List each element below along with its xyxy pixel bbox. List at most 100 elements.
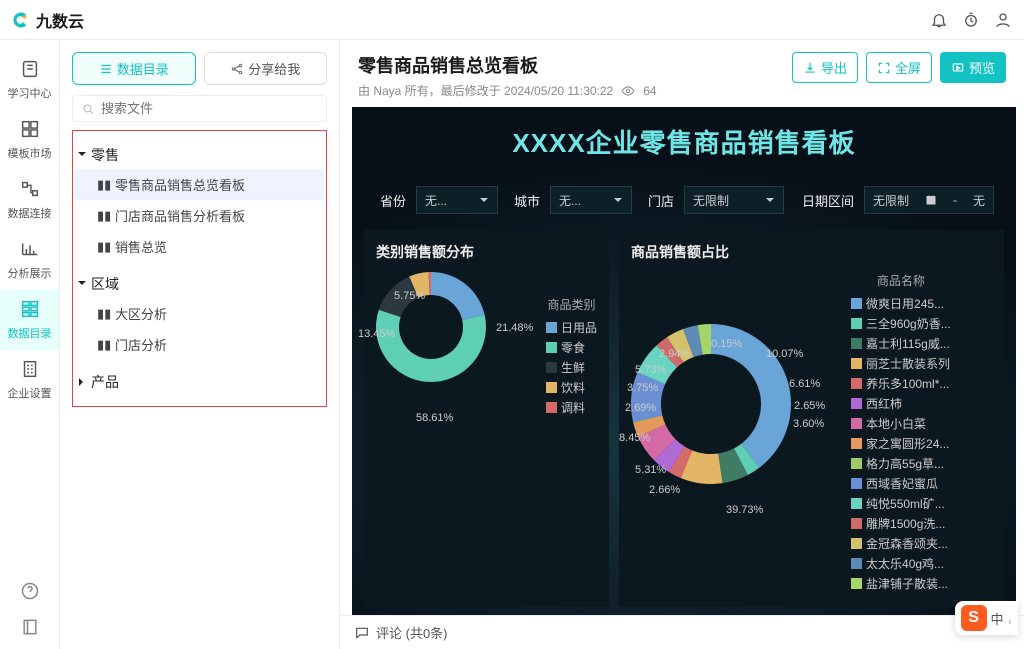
legend-item[interactable]: 微爽日用245... xyxy=(851,295,951,312)
fullscreen-label: 全屏 xyxy=(895,58,921,77)
tree-group-product[interactable]: 产品 xyxy=(75,368,324,396)
legend-item[interactable]: 嘉士利115g威... xyxy=(851,335,951,352)
filter-province[interactable]: 无... xyxy=(416,186,498,214)
tab-data-catalog-label: 数据目录 xyxy=(117,59,169,78)
tree-item-retail-overview[interactable]: ▮▮ 零售商品销售总览看板 xyxy=(75,169,324,200)
card-title: 类别销售额分布 xyxy=(376,242,597,262)
filter-store-label: 门店 xyxy=(648,191,674,210)
search-input[interactable] xyxy=(101,101,318,116)
nav-templates[interactable]: 模板市场 xyxy=(0,110,59,170)
tab-shared-with-me[interactable]: 分享给我 xyxy=(204,52,328,85)
timer-icon[interactable] xyxy=(962,11,980,29)
preview-button[interactable]: 预览 xyxy=(940,52,1006,83)
filter-date-label: 日期区间 xyxy=(802,191,854,210)
legend-item[interactable]: 生鲜 xyxy=(546,359,597,376)
legend-item[interactable]: 饮料 xyxy=(546,379,597,396)
nav-analysis[interactable]: 分析展示 xyxy=(0,230,59,290)
legend-item[interactable]: 零食 xyxy=(546,339,597,356)
filter-city[interactable]: 无... xyxy=(550,186,632,214)
legend-item[interactable]: 雕牌1500g洗... xyxy=(851,515,951,532)
search-bar[interactable] xyxy=(72,95,327,122)
tree-item-big-region[interactable]: ▮▮ 大区分析 xyxy=(75,298,324,329)
legend-item[interactable]: 三全960g奶香... xyxy=(851,315,951,332)
comment-bar[interactable]: 评论 (共0条) xyxy=(340,615,1024,649)
dashboard-canvas: XXXX企业零售商品销售看板 省份 无... 城市 无... 门店 无限制 日期… xyxy=(352,107,1016,615)
page-header: 零售商品销售总览看板 由 Naya 所有，最后修改于 2024/05/20 11… xyxy=(340,40,1024,107)
app-logo: 九数云 xyxy=(12,8,84,32)
export-button[interactable]: 导出 xyxy=(792,52,858,83)
tree-item-label: 销售总览 xyxy=(115,237,167,256)
eye-icon xyxy=(621,84,635,98)
legend-item[interactable]: 格力高55g草... xyxy=(851,455,951,472)
legend-item[interactable]: 盐津铺子散装... xyxy=(851,575,951,592)
tree-item-label: 门店商品销售分析看板 xyxy=(115,206,245,225)
donut-product: 39.73%2.66%5.31%8.45%2.69%3.75%5.73%2.94… xyxy=(631,324,851,544)
fullscreen-button[interactable]: 全屏 xyxy=(866,52,932,83)
filter-date-range[interactable]: 无限制 - 无 xyxy=(864,186,994,214)
nav-analysis-label: 分析展示 xyxy=(8,268,52,280)
tree-item-sales-overview[interactable]: ▮▮销售总览 xyxy=(75,231,324,262)
nav-enterprise[interactable]: 企业设置 xyxy=(0,350,59,410)
left-nav-rail: 学习中心 模板市场 数据连接 分析展示 数据目录 企业设置 xyxy=(0,40,60,649)
help-icon[interactable] xyxy=(20,581,40,601)
tree-group-region[interactable]: 区域 xyxy=(75,270,324,298)
filter-store[interactable]: 无限制 xyxy=(684,186,784,214)
tree-item-label: 门店分析 xyxy=(115,335,167,354)
legend-category: 商品类别 日用品零食生鲜饮料调料 xyxy=(546,296,597,419)
nav-datacatalog[interactable]: 数据目录 xyxy=(0,290,59,350)
card-category-sales: 类别销售额分布 21.48%58.61%13.45%5.75% 商品类别 日用品… xyxy=(364,230,609,607)
nav-enterprise-label: 企业设置 xyxy=(8,388,52,400)
tree-item-store-analysis[interactable]: ▮▮门店商品销售分析看板 xyxy=(75,200,324,231)
dashboard-icon: ▮▮ xyxy=(97,339,109,351)
tab-data-catalog[interactable]: 数据目录 xyxy=(72,52,196,85)
legend-item[interactable]: 西域香妃蜜瓜 xyxy=(851,475,951,492)
tree-annotation-box: 零售 ▮▮零售商品销售总览看板 ▮▮门店商品销售分析看板 ▮▮销售总览 区域 ▮… xyxy=(72,130,327,407)
nav-dataconn[interactable]: 数据连接 xyxy=(0,170,59,230)
main-panel: 零售商品销售总览看板 由 Naya 所有，最后修改于 2024/05/20 11… xyxy=(340,40,1024,649)
calendar-icon xyxy=(925,194,937,206)
page-title: 零售商品销售总览看板 xyxy=(358,52,657,78)
top-icons xyxy=(930,11,1012,29)
tree-group-retail-label: 零售 xyxy=(91,145,119,165)
legend-item[interactable]: 纯悦550ml矿... xyxy=(851,495,951,512)
legend-item[interactable]: 养乐多100ml*... xyxy=(851,375,951,392)
user-icon[interactable] xyxy=(994,11,1012,29)
legend-item[interactable]: 日用品 xyxy=(546,319,597,336)
ime-mode: 中 xyxy=(991,609,1004,628)
tab-shared-label: 分享给我 xyxy=(248,59,300,78)
legend-item[interactable]: 调料 xyxy=(546,399,597,416)
page-meta: 由 Naya 所有，最后修改于 2024/05/20 11:30:22 xyxy=(358,82,613,99)
tree-group-retail[interactable]: 零售 xyxy=(75,141,324,169)
search-icon xyxy=(81,102,95,116)
legend-item[interactable]: 本地小白菜 xyxy=(851,415,951,432)
nav-learn[interactable]: 学习中心 xyxy=(0,50,59,110)
comment-label: 评论 (共0条) xyxy=(376,623,448,642)
dashboard-icon: ▮▮ xyxy=(97,308,109,320)
ime-indicator[interactable]: S 中 , xyxy=(955,601,1018,635)
dashboard-icon: ▮▮ xyxy=(97,179,109,191)
legend-item[interactable]: 家之寓圆形24... xyxy=(851,435,951,452)
legend-item[interactable]: 金冠森香颂夹... xyxy=(851,535,951,552)
collapse-icon[interactable] xyxy=(20,617,40,637)
legend-product: 商品名称 微爽日用245...三全960g奶香...嘉士利115g威...丽芝士… xyxy=(851,272,951,595)
file-tree-panel: 数据目录 分享给我 零售 ▮▮零售商品销售总览看板 ▮▮门店商品销售分析看板 xyxy=(60,40,340,649)
filter-province-label: 省份 xyxy=(380,191,406,210)
chevron-down-icon xyxy=(613,195,623,205)
tree-group-region-label: 区域 xyxy=(91,274,119,294)
filter-bar: 省份 无... 城市 无... 门店 无限制 日期区间 无限制 - 无 xyxy=(364,180,1004,220)
donut-category: 21.48%58.61%13.45%5.75% xyxy=(376,272,546,442)
app-name: 九数云 xyxy=(36,8,84,32)
tree-item-store[interactable]: ▮▮ 门店分析 xyxy=(75,329,324,360)
nav-dataconn-label: 数据连接 xyxy=(8,208,52,220)
tree-group-product-label: 产品 xyxy=(91,372,119,392)
tree-item-label: 大区分析 xyxy=(115,304,167,323)
legend-item[interactable]: 太太乐40g鸡... xyxy=(851,555,951,572)
card-product-sales: 商品销售额占比 39.73%2.66%5.31%8.45%2.69%3.75%5… xyxy=(619,230,1004,607)
top-bar: 九数云 xyxy=(0,0,1024,40)
nav-datacatalog-label: 数据目录 xyxy=(8,328,52,340)
legend-item[interactable]: 西红柿 xyxy=(851,395,951,412)
tree-item-label: 零售商品销售总览看板 xyxy=(115,175,245,194)
dashboard-title: XXXX企业零售商品销售看板 xyxy=(364,107,1004,180)
bell-icon[interactable] xyxy=(930,11,948,29)
legend-item[interactable]: 丽芝士散装系列 xyxy=(851,355,951,372)
